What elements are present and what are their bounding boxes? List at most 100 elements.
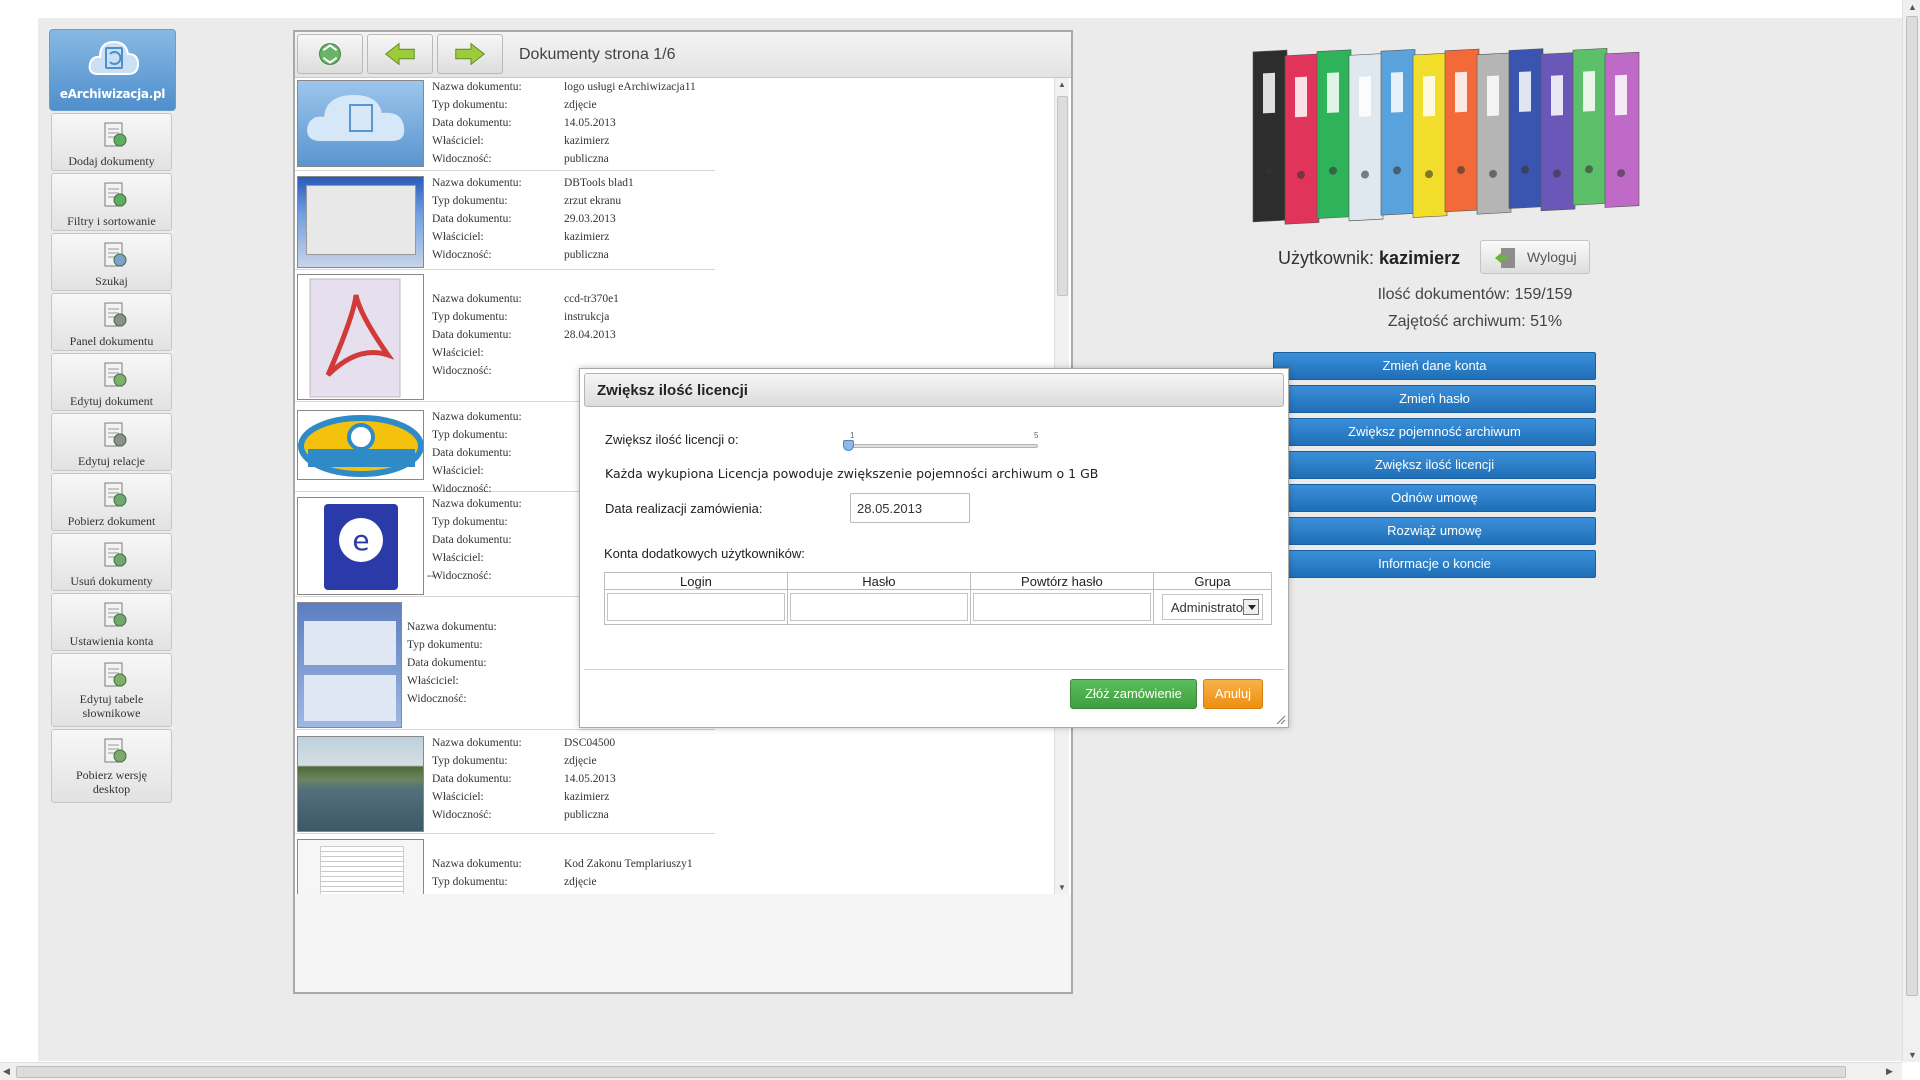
sidebar-item-edit-document[interactable]: Edytuj dokument bbox=[51, 353, 172, 411]
document-thumbnail[interactable]: e bbox=[297, 497, 424, 595]
sidebar-item-desktop-download[interactable]: Pobierz wersję desktop bbox=[51, 729, 172, 803]
logo-text: eArchiwizacja.pl bbox=[59, 87, 166, 101]
sidebar-item-settings[interactable]: Ustawienia konta bbox=[51, 593, 172, 651]
order-date-input[interactable]: 28.05.2013 bbox=[850, 493, 970, 523]
binder-label-shape bbox=[1519, 71, 1531, 112]
scrollbar-thumb[interactable] bbox=[1057, 96, 1068, 296]
app-container: eArchiwizacja.pl Dodaj dokumenty Filtry i… bbox=[38, 18, 1902, 1061]
earchiwizacja-logo-icon: e bbox=[324, 504, 398, 590]
chevron-down-icon[interactable] bbox=[1243, 599, 1259, 615]
document-thumbnail[interactable] bbox=[297, 736, 424, 832]
sidebar-item-label: Pobierz dokument bbox=[67, 514, 156, 528]
page-horizontal-scrollbar[interactable]: ◀ ▶ bbox=[0, 1062, 1902, 1080]
change-password-button[interactable]: Zmień hasło bbox=[1273, 385, 1596, 413]
table-row: Administrators bbox=[604, 589, 1273, 625]
change-account-data-button[interactable]: Zmień dane konta bbox=[1273, 352, 1596, 380]
slider-min-label: 1 bbox=[850, 431, 855, 440]
binder-label-shape bbox=[1423, 75, 1435, 117]
document-row[interactable]: Nazwa dokumentu: DSC04500 Typ dokumentu: z… bbox=[295, 734, 715, 834]
next-page-button[interactable] bbox=[437, 34, 503, 74]
sidebar-item-paperclip[interactable]: Edytuj relacje bbox=[51, 413, 172, 471]
documents-page-title: Dokumenty strona 1/6 bbox=[519, 46, 676, 63]
submit-order-button[interactable]: Złóż zamówienie bbox=[1070, 679, 1197, 709]
binder-label-shape bbox=[1327, 72, 1339, 114]
binder-label-shape bbox=[1487, 75, 1499, 117]
repeat-password-input[interactable] bbox=[972, 593, 1151, 621]
download-icon bbox=[104, 482, 127, 507]
document-row[interactable]: Nazwa dokumentu: DBTools blad1 Typ dokume… bbox=[295, 174, 715, 270]
logout-button[interactable]: Wyloguj bbox=[1480, 240, 1590, 274]
slider-max-label: 5 bbox=[1034, 431, 1039, 440]
browser-viewport: eArchiwizacja.pl Dodaj dokumenty Filtry i… bbox=[0, 0, 1920, 1080]
document-thumbnail[interactable] bbox=[297, 410, 424, 480]
scroll-left-icon[interactable]: ◀ bbox=[3, 1066, 10, 1077]
document-meta: Nazwa dokumentu: ccd-tr370e1 Typ dokument… bbox=[432, 293, 619, 377]
document-thumbnail[interactable] bbox=[297, 602, 402, 728]
increase-licenses-button[interactable]: Zwiększ ilość licencji bbox=[1273, 451, 1596, 479]
column-repeat-password: Powtórz hasło bbox=[969, 572, 1154, 590]
dialog-titlebar[interactable]: Zwiększ ilość licencji bbox=[584, 373, 1284, 407]
license-count-slider[interactable]: 1 5 bbox=[843, 431, 1039, 461]
sidebar-item-label: Panel dokumentu bbox=[69, 334, 154, 348]
sidebar-item-document-panel[interactable]: Panel dokumentu bbox=[51, 293, 172, 351]
document-row[interactable]: Nazwa dokumentu: logo usługi eArchiwizacj… bbox=[295, 78, 715, 171]
binder-label-shape bbox=[1359, 76, 1371, 117]
sidebar-item-dictionary[interactable]: Edytuj tabele słownikowe bbox=[51, 653, 172, 727]
sidebar: eArchiwizacja.pl Dodaj dokumenty Filtry i… bbox=[49, 29, 176, 803]
page-vertical-scrollbar[interactable]: ▲ ▼ bbox=[1902, 0, 1920, 1062]
sidebar-item-download[interactable]: Pobierz dokument bbox=[51, 473, 172, 531]
prev-page-button[interactable] bbox=[367, 34, 433, 74]
scroll-down-icon[interactable]: ▼ bbox=[1058, 883, 1066, 892]
resize-grip-icon[interactable] bbox=[1276, 715, 1286, 725]
scroll-down-icon[interactable]: ▼ bbox=[1908, 1050, 1917, 1060]
document-row[interactable]: Nazwa dokumentu: Kod Zakonu Templariuszy1… bbox=[295, 837, 725, 894]
scroll-up-icon[interactable]: ▲ bbox=[1058, 80, 1066, 89]
arrow-left-icon bbox=[384, 42, 415, 66]
login-input[interactable] bbox=[607, 593, 785, 621]
document-thumbnail[interactable] bbox=[297, 839, 424, 894]
scroll-right-icon[interactable]: ▶ bbox=[1886, 1066, 1893, 1077]
archive-usage: Zajętość archiwum: 51% bbox=[1387, 313, 1563, 330]
settings-icon bbox=[104, 602, 127, 627]
group-select[interactable]: Administrators bbox=[1161, 594, 1263, 620]
sidebar-item-delete[interactable]: Usuń dokumenty bbox=[51, 533, 172, 591]
sidebar-item-filter[interactable]: Filtry i sortowanie bbox=[51, 173, 172, 231]
add-document-icon bbox=[104, 122, 127, 147]
document-thumbnail[interactable] bbox=[297, 274, 424, 400]
renew-contract-button[interactable]: Odnów umowę bbox=[1273, 484, 1596, 512]
app-logo[interactable]: eArchiwizacja.pl bbox=[49, 29, 176, 111]
slider-track[interactable] bbox=[848, 444, 1038, 448]
additional-users-label: Konta dodatkowych użytkowników: bbox=[604, 546, 805, 561]
increase-archive-capacity-button[interactable]: Zwiększ pojemność archiwum bbox=[1273, 418, 1596, 446]
scrollbar-thumb[interactable] bbox=[1906, 16, 1918, 996]
increase-licenses-dialog: Zwiększ ilość licencji Zwiększ ilość lic… bbox=[579, 368, 1289, 728]
binder-label-shape bbox=[1455, 71, 1467, 113]
slider-handle[interactable] bbox=[843, 440, 854, 451]
cancel-button[interactable]: Anuluj bbox=[1203, 679, 1263, 709]
password-input[interactable] bbox=[789, 593, 968, 621]
sidebar-item-label: Pobierz wersję desktop bbox=[76, 768, 147, 796]
document-meta: Nazwa dokumentu: Typ dokumentu: Data dok… bbox=[432, 411, 522, 495]
paperclip-icon bbox=[104, 422, 127, 447]
sidebar-item-label: Dodaj dokumenty bbox=[68, 154, 155, 168]
document-thumbnail[interactable] bbox=[297, 176, 424, 268]
sidebar-item-search[interactable]: Szukaj bbox=[51, 233, 172, 291]
additional-users-table: Login Hasło Powtórz hasło Grupa Administ… bbox=[604, 572, 1273, 625]
column-password: Hasło bbox=[786, 572, 971, 590]
binder-label-shape bbox=[1391, 72, 1403, 113]
column-login: Login bbox=[604, 572, 788, 590]
sidebar-item-add-document[interactable]: Dodaj dokumenty bbox=[51, 113, 172, 171]
license-info-text: Każda wykupiona Licencja powoduje zwięks… bbox=[605, 466, 1099, 481]
document-thumbnail[interactable] bbox=[297, 80, 424, 167]
sidebar-item-label: Edytuj relacje bbox=[78, 454, 145, 468]
increase-label: Zwiększ ilość licencji o: bbox=[605, 432, 739, 447]
account-info-button[interactable]: Informacje o koncie bbox=[1273, 550, 1596, 578]
terminate-contract-button[interactable]: Rozwiąż umowę bbox=[1273, 517, 1596, 545]
scroll-up-icon[interactable]: ▲ bbox=[1908, 2, 1917, 12]
arrow-right-icon bbox=[455, 42, 486, 66]
refresh-button[interactable] bbox=[297, 34, 363, 74]
scrollbar-thumb[interactable] bbox=[16, 1066, 1846, 1078]
document-extra: -- bbox=[427, 570, 435, 582]
logout-label: Wyloguj bbox=[1527, 249, 1577, 265]
earchiwizacja-logo-icon bbox=[298, 415, 423, 477]
